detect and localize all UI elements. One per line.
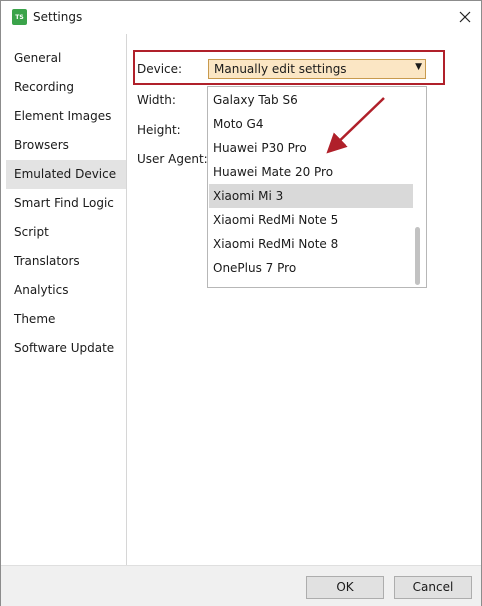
dialog-footer: OK Cancel (1, 565, 481, 606)
sidebar-item-general[interactable]: General (6, 44, 126, 73)
title-bar: TS Settings (1, 1, 481, 34)
ok-button[interactable]: OK (306, 576, 384, 599)
close-button[interactable] (453, 5, 477, 29)
device-select-value: Manually edit settings (214, 62, 347, 76)
list-item[interactable]: Huawei Mate 20 Pro (209, 160, 413, 184)
settings-window: TS Settings General Recording Element Im… (0, 0, 482, 606)
user-agent-label: User Agent: (137, 152, 208, 166)
height-label: Height: (137, 123, 181, 137)
list-item[interactable]: Galaxy Tab S6 (209, 88, 413, 112)
sidebar-item-theme[interactable]: Theme (6, 305, 126, 334)
window-title: Settings (33, 10, 83, 24)
sidebar-item-translators[interactable]: Translators (6, 247, 126, 276)
cancel-button[interactable]: Cancel (394, 576, 472, 599)
emulated-device-panel: Device: Manually edit settings ▼ Width: … (127, 34, 481, 565)
settings-sidebar: General Recording Element Images Browser… (1, 34, 127, 565)
sidebar-item-browsers[interactable]: Browsers (6, 131, 126, 160)
dropdown-arrow-icon: ▼ (415, 62, 422, 72)
list-item[interactable]: Xiaomi RedMi Note 8 (209, 232, 413, 256)
device-label: Device: (137, 62, 183, 76)
sidebar-item-recording[interactable]: Recording (6, 73, 126, 102)
device-dropdown-list[interactable]: Galaxy Tab S6 Moto G4 Huawei P30 Pro Hua… (207, 86, 427, 288)
list-item[interactable]: Moto G4 (209, 112, 413, 136)
sidebar-item-emulated-device[interactable]: Emulated Device (6, 160, 126, 189)
sidebar-item-analytics[interactable]: Analytics (6, 276, 126, 305)
sidebar-item-smart-find-logic[interactable]: Smart Find Logic (6, 189, 126, 218)
sidebar-item-software-update[interactable]: Software Update (6, 334, 126, 363)
list-item[interactable]: Huawei P30 Pro (209, 136, 413, 160)
dropdown-scrollbar-thumb[interactable] (415, 227, 420, 285)
close-icon (459, 11, 471, 23)
list-item[interactable]: OnePlus 7 Pro (209, 256, 413, 280)
sidebar-item-element-images[interactable]: Element Images (6, 102, 126, 131)
width-label: Width: (137, 93, 176, 107)
sidebar-item-script[interactable]: Script (6, 218, 126, 247)
list-item[interactable]: Xiaomi RedMi Note 5 (209, 208, 413, 232)
app-icon: TS (12, 9, 27, 25)
device-select[interactable]: Manually edit settings ▼ (208, 59, 426, 79)
list-item-highlighted[interactable]: Xiaomi Mi 3 (209, 184, 413, 208)
